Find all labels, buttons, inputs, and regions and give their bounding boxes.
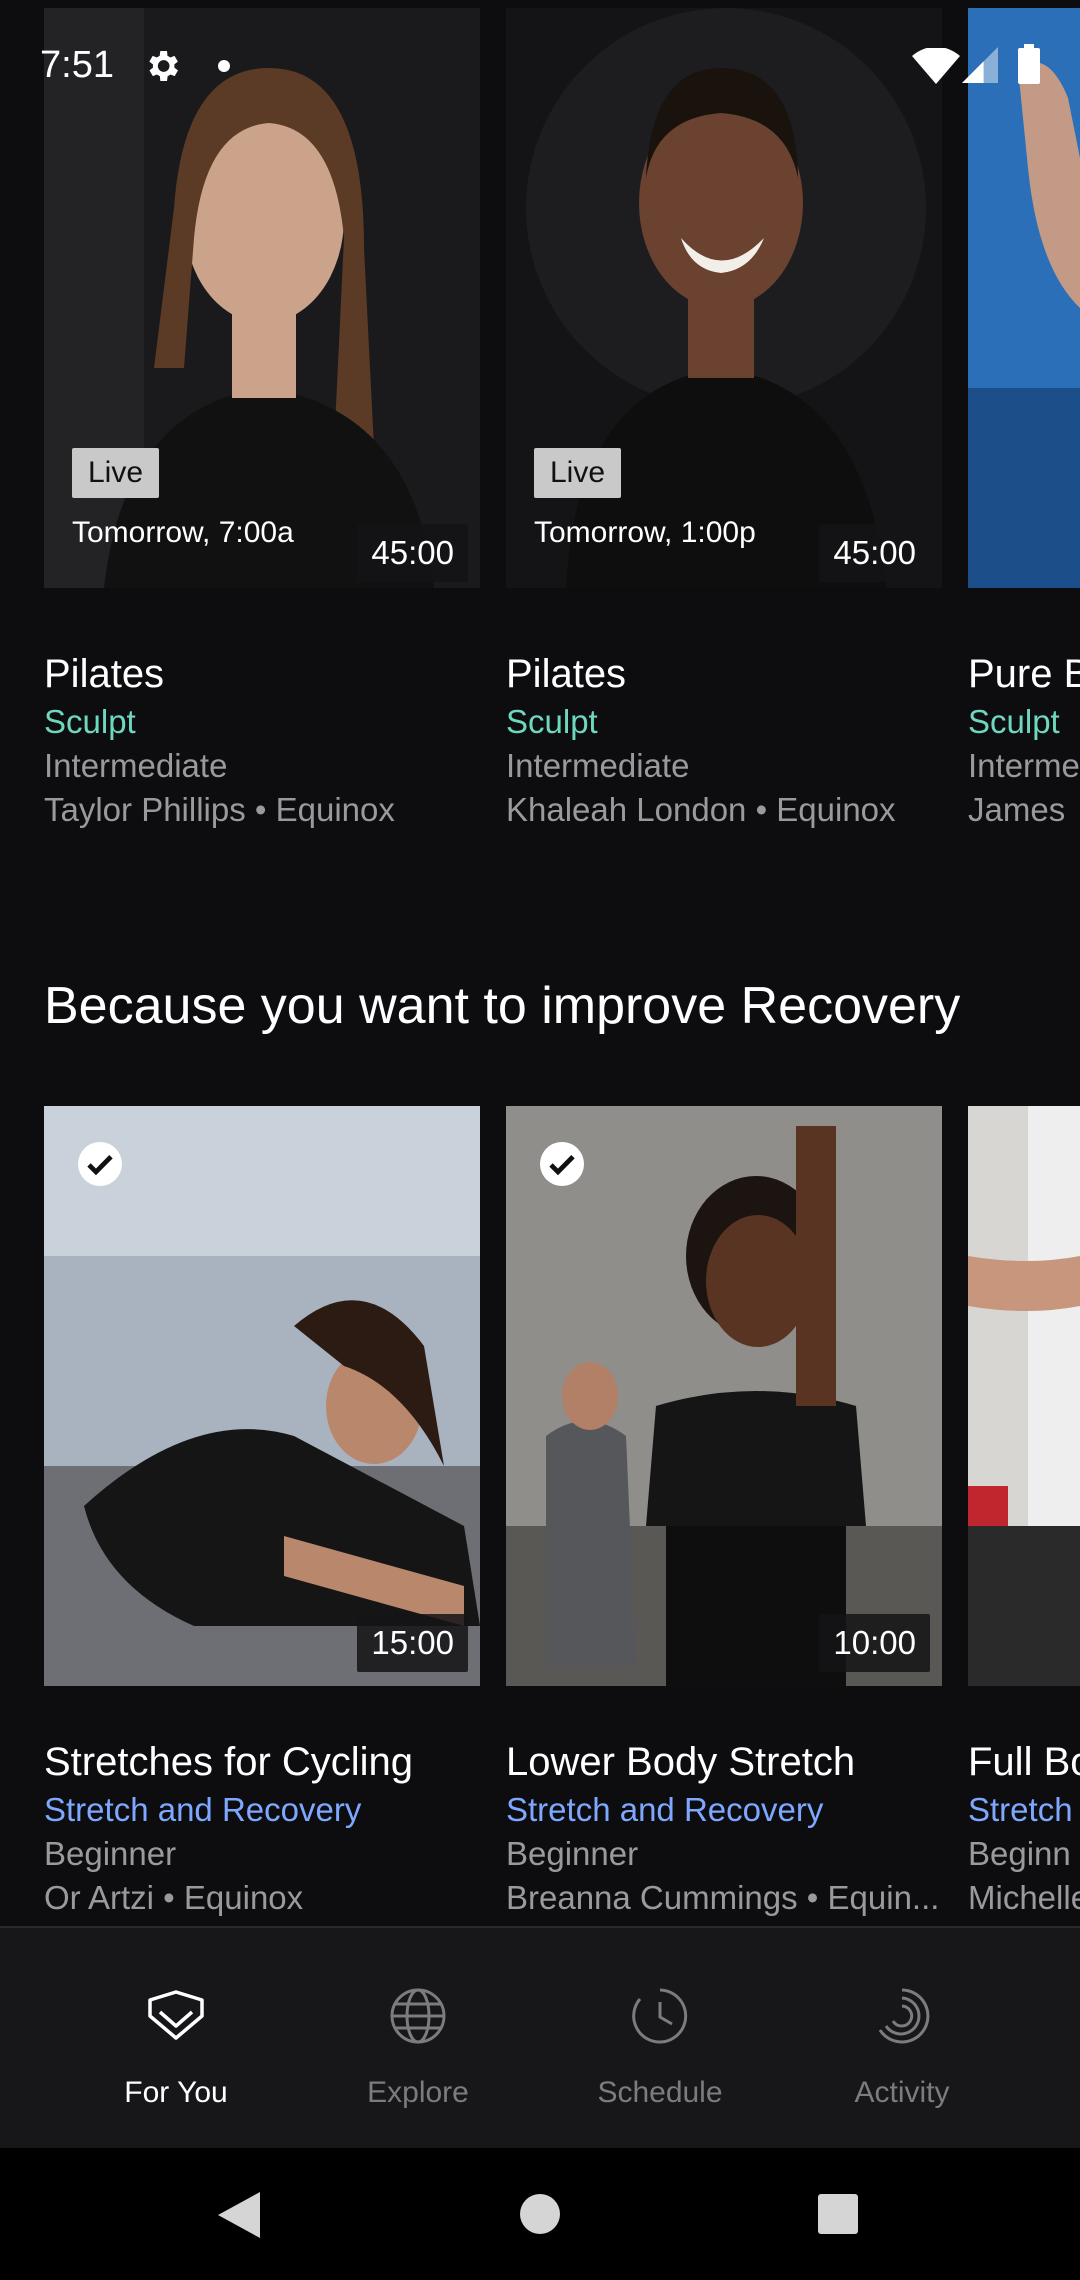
- class-title: Pilates: [506, 652, 627, 696]
- class-instructor: Breanna Cummings • Equin...: [506, 1879, 940, 1916]
- class-title: Pilates: [44, 652, 165, 696]
- nav-label: Activity: [854, 2076, 950, 2109]
- class-title: Pure B: [968, 652, 1080, 696]
- class-info: Lower Body Stretch Stretch and Recovery …: [506, 1736, 966, 1920]
- nav-tab-explore[interactable]: Explore: [298, 1928, 538, 2150]
- bottom-navigation: For You Explore Schedule Activity: [0, 1926, 1080, 2150]
- nav-label: For You: [124, 2076, 228, 2109]
- class-photo: [968, 1106, 1080, 1686]
- live-badge: Live: [72, 448, 160, 498]
- class-title: Full Bo: [968, 1740, 1080, 1784]
- class-instructor: Michelle: [968, 1879, 1080, 1916]
- class-level: Interme: [968, 747, 1080, 784]
- class-duration: 15:00: [357, 1614, 468, 1672]
- nav-tab-schedule[interactable]: Schedule: [540, 1928, 780, 2150]
- heart-check-icon: [148, 1990, 204, 2040]
- class-title: Lower Body Stretch: [506, 1740, 856, 1784]
- battery-icon: [1018, 44, 1040, 84]
- home-icon[interactable]: [520, 2194, 560, 2234]
- wifi-icon: [912, 48, 960, 84]
- class-thumbnail[interactable]: 10:00: [506, 1106, 942, 1686]
- class-info: Stretches for Cycling Stretch and Recove…: [44, 1736, 504, 1920]
- class-start-time: Tomorrow, 7:00a: [72, 516, 294, 549]
- live-badge: Live: [534, 448, 622, 498]
- recovery-class-row: 15:00 Stretches for Cycling Stretch and …: [0, 1106, 1080, 1926]
- class-info: Pilates Sculpt Intermediate Taylor Phill…: [44, 648, 504, 832]
- class-level: Intermediate: [44, 747, 228, 784]
- class-thumbnail[interactable]: [968, 1106, 1080, 1686]
- class-category: Stretch and Recovery: [44, 1791, 362, 1828]
- class-photo: [506, 1106, 942, 1686]
- completed-check-icon: [78, 1142, 122, 1186]
- class-info: Full Bo Stretch Beginn Michelle: [968, 1736, 1080, 1920]
- class-level: Intermediate: [506, 747, 690, 784]
- class-level: Beginner: [44, 1835, 177, 1872]
- class-duration: 10:00: [819, 1614, 930, 1672]
- class-instructor: James: [968, 791, 1066, 828]
- section-title: Because you want to improve Recovery: [44, 977, 961, 1035]
- class-card[interactable]: Pure B Sculpt Interme James: [968, 8, 1080, 828]
- nav-label: Schedule: [597, 2076, 723, 2109]
- notification-dot-icon: [218, 60, 230, 72]
- class-category: Stretch: [968, 1791, 1073, 1828]
- class-duration: 45:00: [357, 524, 468, 582]
- globe-icon: [390, 1988, 446, 2044]
- class-info: Pilates Sculpt Intermediate Khaleah Lond…: [506, 648, 966, 832]
- system-navigation-bar: [0, 2148, 1080, 2280]
- class-category: Stretch and Recovery: [506, 1791, 824, 1828]
- recent-apps-icon[interactable]: [818, 2194, 858, 2234]
- completed-check-icon: [540, 1142, 584, 1186]
- activity-rings-icon: [878, 1988, 930, 2044]
- class-category: Sculpt: [506, 703, 598, 740]
- live-class-row: Live Tomorrow, 7:00a 45:00 Pilates Sculp…: [0, 8, 1080, 828]
- class-category: Sculpt: [968, 703, 1060, 740]
- class-category: Sculpt: [44, 703, 136, 740]
- nav-tab-activity[interactable]: Activity: [782, 1928, 1022, 2150]
- nav-label: Explore: [367, 2076, 469, 2109]
- class-thumbnail[interactable]: 15:00: [44, 1106, 480, 1686]
- status-time: 7:51: [40, 44, 114, 86]
- class-level: Beginn: [968, 1835, 1071, 1872]
- settings-gear-icon: [149, 51, 178, 81]
- class-instructor: Or Artzi • Equinox: [44, 1879, 304, 1916]
- class-card[interactable]: Full Bo Stretch Beginn Michelle: [968, 1106, 1080, 1926]
- status-bar: 7:51: [0, 0, 1080, 130]
- class-instructor: Khaleah London • Equinox: [506, 791, 896, 828]
- nav-tab-for-you[interactable]: For You: [56, 1928, 296, 2150]
- class-duration: 45:00: [819, 524, 930, 582]
- class-instructor: Taylor Phillips • Equinox: [44, 791, 395, 828]
- class-level: Beginner: [506, 1835, 639, 1872]
- class-info: Pure B Sculpt Interme James: [968, 648, 1080, 828]
- class-start-time: Tomorrow, 1:00p: [534, 516, 756, 549]
- back-icon[interactable]: [218, 2192, 260, 2238]
- class-photo: [44, 1106, 480, 1686]
- cell-signal-icon: [962, 47, 998, 83]
- class-title: Stretches for Cycling: [44, 1740, 414, 1784]
- clock-icon: [632, 1988, 688, 2044]
